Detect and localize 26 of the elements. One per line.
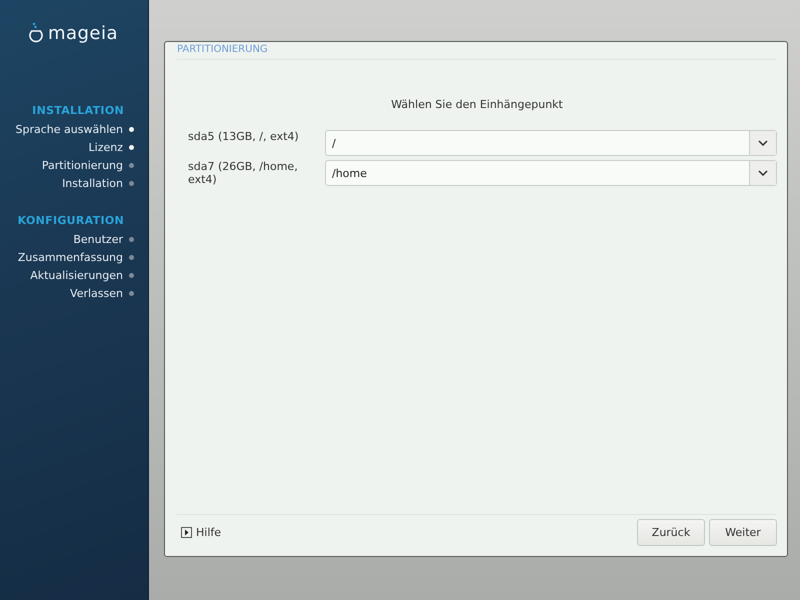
partition-label: sda5 (13GB, /, ext4) [187,130,300,143]
step-label: Lizenz [88,140,123,154]
step-label: Benutzer [73,232,123,246]
dropdown-button[interactable] [749,161,776,185]
nav-button[interactable]: Weiter [709,519,777,546]
section-title: INSTALLATION [32,104,124,117]
step-label: Sprache auswählen [16,122,123,136]
expander-icon [181,527,192,538]
mount-point-combo[interactable]: / [325,130,777,156]
step-label: Installation [62,176,123,190]
partition-label: sda7 (26GB, /home, ext4) [187,160,299,186]
step-label: Partitionierung [42,158,123,172]
step-label: Zusammenfassung [18,250,123,264]
mount-point-combo[interactable]: /home [325,160,777,186]
step-label: Verlassen [70,286,123,300]
chevron-down-icon [758,170,768,176]
logo-icon [28,22,44,44]
prompt-text: Wählen Sie den Einhängepunkt [390,98,564,111]
logo-text: mageia [48,22,118,44]
step-label: Aktualisierungen [30,268,123,282]
section-title: KONFIGURATION [18,214,124,227]
help-expander[interactable]: Hilfe [177,526,226,539]
nav-button[interactable]: Zurück [637,519,705,546]
dialog-title: PARTITIONIERUNG [177,42,777,60]
dropdown-button[interactable] [749,131,776,155]
chevron-down-icon [758,140,768,146]
